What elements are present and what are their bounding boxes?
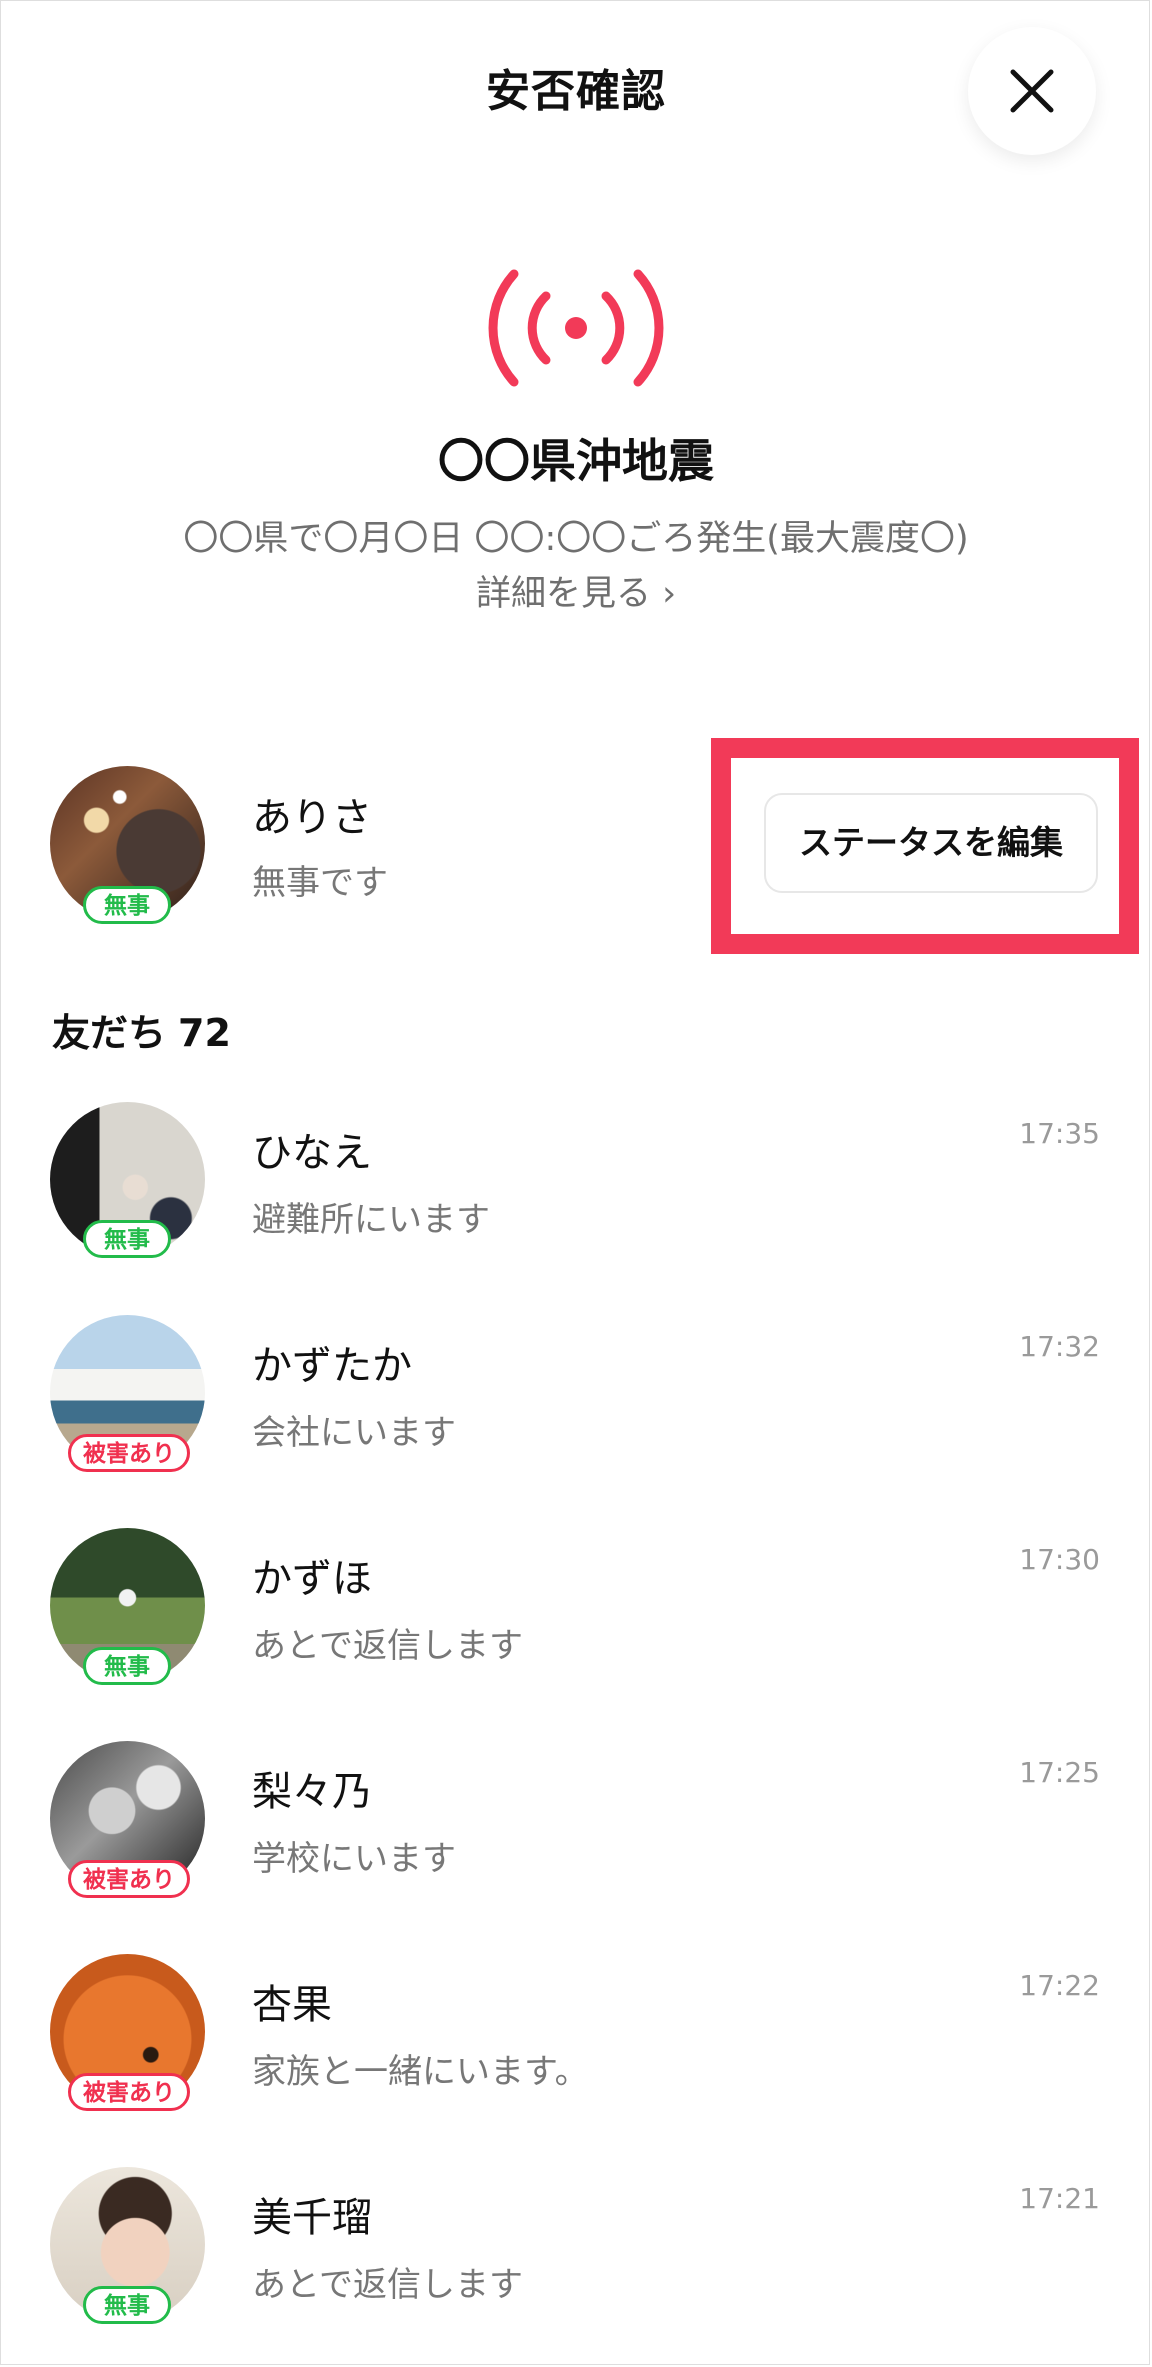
friend-name: かずほ — [252, 1556, 372, 1602]
friend-time: 17:30 — [1019, 1543, 1100, 1576]
friend-status: 避難所にいます — [252, 1200, 490, 1240]
close-button[interactable] — [968, 27, 1096, 155]
friend-name: 杏果 — [252, 1982, 332, 2028]
friend-status: 家族と一緒にいます。 — [252, 2052, 589, 2092]
broadcast-alert-icon — [488, 269, 664, 387]
close-icon — [1010, 69, 1054, 113]
friend-status: あとで返信します — [252, 2265, 523, 2305]
friend-name: かずたか — [252, 1343, 412, 1389]
friend-name: 梨々乃 — [252, 1769, 372, 1815]
friend-name: 美千瑠 — [252, 2195, 372, 2241]
friends-count: 72 — [178, 1011, 231, 1055]
status-badge: 被害あり — [68, 1860, 190, 1898]
status-badge: 無事 — [83, 1220, 171, 1258]
my-status: 無事です — [252, 863, 388, 903]
status-badge: 被害あり — [68, 1434, 190, 1472]
event-description: 〇〇県で〇月〇日 〇〇:〇〇ごろ発生(最大震度〇) — [183, 519, 969, 559]
friends-label: 友だち — [52, 1011, 167, 1055]
details-link[interactable]: 詳細を見る › — [0, 565, 1152, 616]
event-title: 〇〇県沖地震 — [438, 434, 714, 488]
my-status-badge: 無事 — [83, 886, 171, 924]
friend-time: 17:32 — [1019, 1330, 1100, 1363]
friends-header: 友だち 72 — [52, 1002, 231, 1057]
status-badge: 無事 — [83, 2286, 171, 2324]
friend-status: 会社にいます — [252, 1413, 456, 1453]
friend-time: 17:22 — [1019, 1969, 1100, 2002]
friend-time: 17:35 — [1019, 1117, 1100, 1150]
my-name: ありさ — [252, 795, 372, 841]
friend-status: あとで返信します — [252, 1626, 523, 1666]
friend-time: 17:25 — [1019, 1756, 1100, 1789]
status-badge: 被害あり — [68, 2073, 190, 2111]
friend-name: ひなえ — [252, 1130, 372, 1176]
edit-status-button[interactable]: ステータスを編集 — [764, 793, 1098, 893]
friend-time: 17:21 — [1019, 2182, 1100, 2215]
status-badge: 無事 — [83, 1647, 171, 1685]
friend-status: 学校にいます — [252, 1839, 456, 1879]
